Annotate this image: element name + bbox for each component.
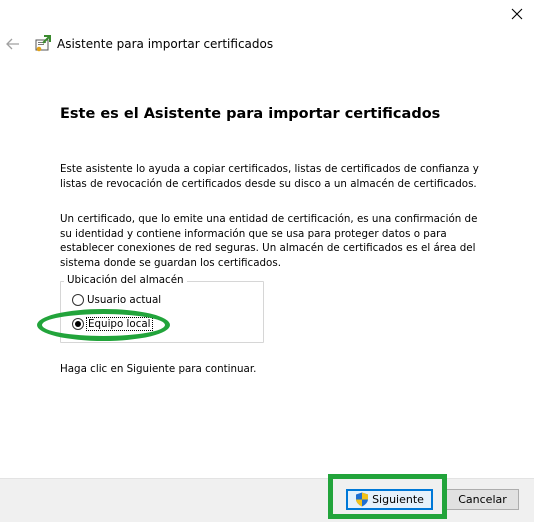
intro-paragraph: Este asistente lo ayuda a copiar certifi… (60, 163, 479, 190)
window-title: Asistente para importar certificados (57, 37, 274, 51)
next-button[interactable]: Siguiente (346, 489, 433, 510)
radio-local-machine[interactable]: Equipo local (72, 317, 153, 331)
store-location-legend: Ubicación del almacén (64, 274, 187, 286)
cancel-button-label: Cancelar (458, 493, 507, 506)
continue-instruction: Haga clic en Siguiente para continuar. (60, 363, 257, 375)
radio-button-local-machine[interactable] (72, 318, 84, 330)
next-button-label: Siguiente (372, 493, 424, 506)
uac-shield-icon (356, 492, 369, 507)
radio-button-current-user[interactable] (72, 294, 84, 306)
radio-label-local-machine: Equipo local (86, 317, 153, 331)
certificate-description-paragraph: Un certificado, que lo emite una entidad… (60, 213, 478, 269)
close-button[interactable] (503, 2, 531, 26)
close-icon (511, 8, 523, 20)
page-heading: Este es el Asistente para importar certi… (60, 106, 441, 122)
cancel-button[interactable]: Cancelar (446, 489, 519, 510)
back-arrow-icon (6, 38, 19, 50)
radio-label-current-user: Usuario actual (87, 294, 162, 306)
store-location-group (60, 281, 264, 343)
back-button[interactable] (3, 34, 23, 54)
radio-current-user[interactable]: Usuario actual (72, 294, 161, 306)
certificate-import-wizard-icon (35, 35, 51, 52)
import-certificate-wizard-window: Asistente para importar certificados Est… (0, 0, 534, 522)
